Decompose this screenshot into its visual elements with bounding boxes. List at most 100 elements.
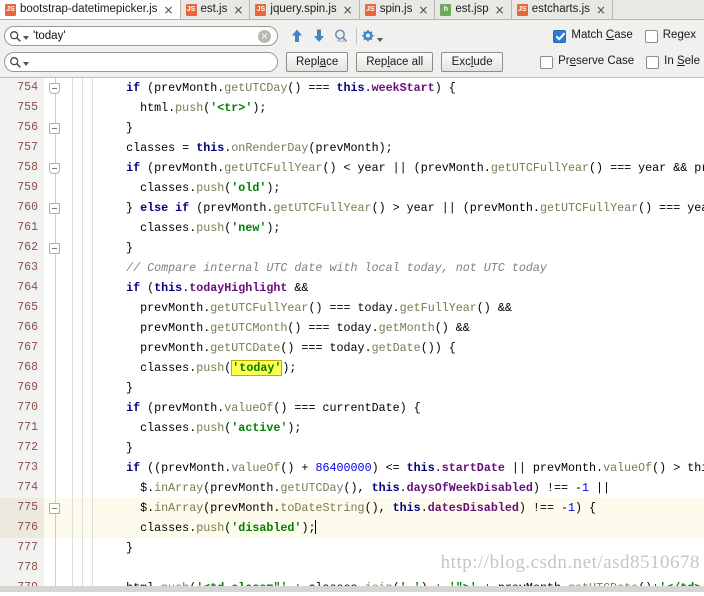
- code-line-767[interactable]: 767 prevMonth.getUTCDate() === today.get…: [0, 338, 704, 358]
- code-line-768[interactable]: 768 classes.push('today');: [0, 358, 704, 378]
- find-all-button[interactable]: ALL: [330, 25, 352, 47]
- code-line-777[interactable]: 777 }: [0, 538, 704, 558]
- fold-gutter[interactable]: [44, 278, 66, 298]
- indent-guide: [82, 338, 83, 358]
- regex-checkbox[interactable]: Regex: [644, 29, 696, 43]
- fold-guide-line: [55, 358, 56, 378]
- fold-gutter[interactable]: [44, 298, 66, 318]
- code-line-759[interactable]: 759 classes.push('old');: [0, 178, 704, 198]
- fold-gutter[interactable]: [44, 418, 66, 438]
- fold-guide-line: [55, 98, 56, 118]
- preserve-case-checkbox[interactable]: Preserve Case: [540, 55, 634, 69]
- code-line-769[interactable]: 769 }: [0, 378, 704, 398]
- preserve-case-checkbox-box[interactable]: [540, 55, 554, 69]
- regex-checkbox-box[interactable]: [644, 29, 658, 43]
- fold-gutter[interactable]: [44, 178, 66, 198]
- fold-gutter[interactable]: [44, 378, 66, 398]
- code-line-775[interactable]: 775 $.inArray(prevMonth.toDateString(), …: [0, 498, 704, 518]
- arrow-up-icon: [292, 29, 302, 42]
- close-icon[interactable]: ×: [163, 4, 173, 16]
- editor-tab-estcharts-js[interactable]: JS estcharts.js ×: [511, 0, 613, 19]
- close-icon[interactable]: ×: [233, 4, 243, 16]
- fold-gutter[interactable]: [44, 198, 66, 218]
- code-text: html.push('<tr>');: [140, 101, 267, 115]
- fold-gutter[interactable]: [44, 238, 66, 258]
- code-line-761[interactable]: 761 classes.push('new');: [0, 218, 704, 238]
- editor-tab-bootstrap-datetimepicker-js[interactable]: JS bootstrap-datetimepicker.js ×: [0, 0, 181, 19]
- fold-gutter[interactable]: [44, 138, 66, 158]
- code-line-776[interactable]: 776 classes.push('disabled');: [0, 518, 704, 538]
- code-line-763[interactable]: 763 // Compare internal UTC date with lo…: [0, 258, 704, 278]
- fold-gutter[interactable]: [44, 258, 66, 278]
- code-line-770[interactable]: 770 if (prevMonth.valueOf() === currentD…: [0, 398, 704, 418]
- fold-guide-line: [55, 278, 56, 298]
- code-line-771[interactable]: 771 classes.push('active');: [0, 418, 704, 438]
- fold-gutter[interactable]: [44, 518, 66, 538]
- code-text: } else if (prevMonth.getUTCFullYear() > …: [98, 201, 704, 215]
- search-input[interactable]: 'today' ×: [4, 26, 278, 46]
- indent-guide: [92, 98, 93, 118]
- fold-gutter[interactable]: [44, 218, 66, 238]
- close-icon[interactable]: ×: [343, 4, 353, 16]
- search-history-chevron-down-icon[interactable]: [23, 35, 29, 40]
- fold-gutter[interactable]: [44, 118, 66, 138]
- find-previous-button[interactable]: [286, 25, 308, 47]
- settings-chevron-down-icon[interactable]: [377, 38, 383, 42]
- editor-tab-spin-js[interactable]: JS spin.js ×: [359, 0, 436, 19]
- fold-guide-line: [55, 218, 56, 238]
- find-settings-button[interactable]: [361, 25, 383, 47]
- fold-gutter[interactable]: [44, 158, 66, 178]
- in-selection-checkbox[interactable]: In Sele: [646, 55, 700, 69]
- code-line-778[interactable]: 778: [0, 558, 704, 578]
- code-line-760[interactable]: 760 } else if (prevMonth.getUTCFullYear(…: [0, 198, 704, 218]
- match-case-checkbox-box[interactable]: [553, 29, 567, 43]
- fold-toggle-icon[interactable]: [49, 203, 60, 214]
- find-next-button[interactable]: [308, 25, 330, 47]
- fold-gutter[interactable]: [44, 498, 66, 518]
- fold-toggle-icon[interactable]: [49, 83, 60, 94]
- code-line-765[interactable]: 765 prevMonth.getUTCFullYear() === today…: [0, 298, 704, 318]
- code-line-758[interactable]: 758 if (prevMonth.getUTCFullYear() < yea…: [0, 158, 704, 178]
- close-icon[interactable]: ×: [418, 4, 428, 16]
- match-case-checkbox[interactable]: Match Case: [553, 29, 633, 43]
- code-line-773[interactable]: 773 if ((prevMonth.valueOf() + 86400000)…: [0, 458, 704, 478]
- fold-gutter[interactable]: [44, 398, 66, 418]
- code-line-757[interactable]: 757 classes = this.onRenderDay(prevMonth…: [0, 138, 704, 158]
- fold-toggle-icon[interactable]: [49, 123, 60, 134]
- fold-gutter[interactable]: [44, 78, 66, 98]
- code-line-755[interactable]: 755 html.push('<tr>');: [0, 98, 704, 118]
- code-line-762[interactable]: 762 }: [0, 238, 704, 258]
- fold-gutter[interactable]: [44, 458, 66, 478]
- editor-tab-est-js[interactable]: JS est.js ×: [180, 0, 251, 19]
- fold-gutter[interactable]: [44, 438, 66, 458]
- fold-gutter[interactable]: [44, 98, 66, 118]
- fold-toggle-icon[interactable]: [49, 163, 60, 174]
- replace-button[interactable]: Repl a ce: [286, 52, 349, 72]
- fold-toggle-icon[interactable]: [49, 503, 60, 514]
- code-editor[interactable]: 754 if (prevMonth.getUTCDay() === this.w…: [0, 78, 704, 592]
- code-line-766[interactable]: 766 prevMonth.getUTCMonth() === today.ge…: [0, 318, 704, 338]
- editor-tab-jquery-spin-js[interactable]: JS jquery.spin.js ×: [250, 0, 360, 19]
- exclude-button[interactable]: Exc l ude: [441, 52, 504, 72]
- fold-gutter[interactable]: [44, 358, 66, 378]
- indent-guides: [66, 198, 94, 218]
- code-line-774[interactable]: 774 $.inArray(prevMonth.getUTCDay(), thi…: [0, 478, 704, 498]
- fold-gutter[interactable]: [44, 338, 66, 358]
- fold-gutter[interactable]: [44, 558, 66, 578]
- close-icon[interactable]: ×: [495, 4, 505, 16]
- close-icon[interactable]: ×: [596, 4, 606, 16]
- fold-gutter[interactable]: [44, 538, 66, 558]
- code-line-754[interactable]: 754 if (prevMonth.getUTCDay() === this.w…: [0, 78, 704, 98]
- code-line-764[interactable]: 764 if (this.todayHighlight &&: [0, 278, 704, 298]
- clear-search-icon[interactable]: ×: [258, 29, 271, 43]
- code-line-772[interactable]: 772 }: [0, 438, 704, 458]
- fold-toggle-icon[interactable]: [49, 243, 60, 254]
- code-line-756[interactable]: 756 }: [0, 118, 704, 138]
- fold-gutter[interactable]: [44, 478, 66, 498]
- fold-gutter[interactable]: [44, 318, 66, 338]
- replace-all-button[interactable]: Rep l ace all: [356, 52, 434, 72]
- replace-input[interactable]: [4, 52, 278, 72]
- replace-history-chevron-down-icon[interactable]: [23, 61, 29, 66]
- in-selection-checkbox-box[interactable]: [646, 55, 660, 69]
- editor-tab-est-jsp[interactable]: h est.jsp ×: [435, 0, 512, 19]
